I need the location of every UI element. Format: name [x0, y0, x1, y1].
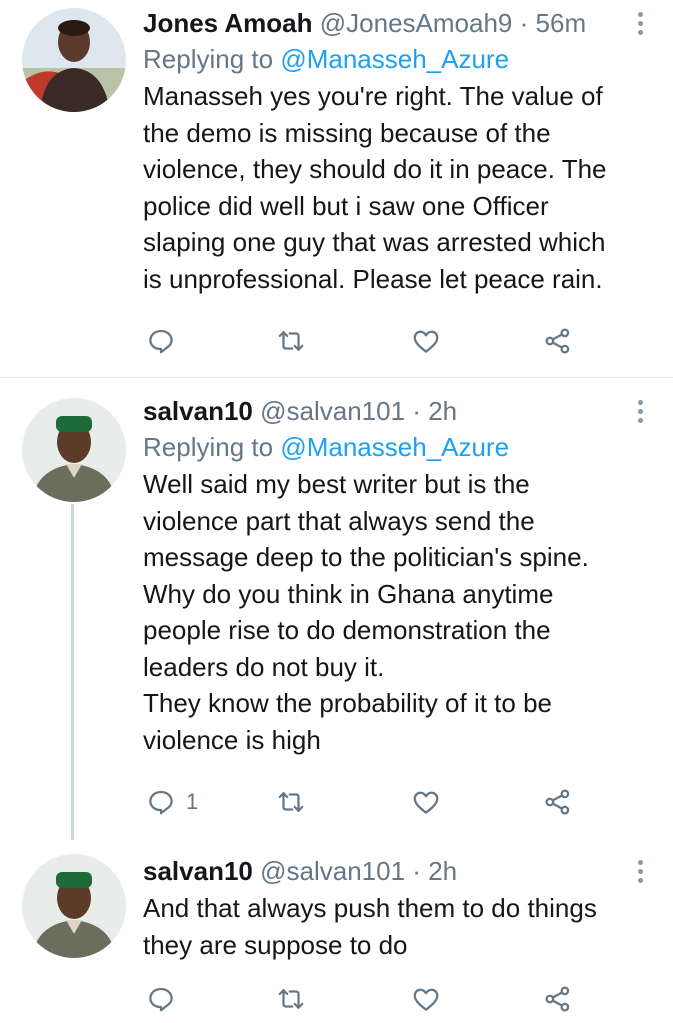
retweet-button[interactable] — [276, 785, 306, 819]
like-button[interactable] — [411, 785, 441, 819]
like-icon — [413, 330, 439, 353]
replying-to: Replying to @Manasseh_Azure — [143, 44, 633, 74]
share-icon — [545, 789, 570, 815]
share-icon — [545, 328, 570, 354]
reply-button[interactable] — [146, 982, 186, 1016]
share-button[interactable] — [543, 785, 573, 819]
retweet-button[interactable] — [276, 324, 306, 358]
avatar-photo-jones — [22, 8, 126, 112]
reply-icon — [149, 790, 173, 815]
mention-link[interactable]: @Manasseh_Azure — [280, 44, 509, 74]
like-button[interactable] — [411, 982, 441, 1016]
more-options-icon[interactable] — [637, 400, 643, 423]
avatar[interactable] — [22, 398, 126, 502]
separator-dot: · — [519, 8, 529, 38]
tweet-header: salvan10 @salvan101 · 2h — [143, 856, 633, 886]
reply-icon — [149, 987, 173, 1012]
more-options-icon[interactable] — [637, 12, 643, 35]
replying-to-label: Replying to — [143, 44, 274, 74]
share-button[interactable] — [543, 324, 573, 358]
replying-to: Replying to @Manasseh_Azure — [143, 432, 633, 462]
tweet-header: salvan10 @salvan101 · 2h — [143, 396, 633, 426]
avatar-photo-salvan — [22, 398, 126, 502]
replying-to-label: Replying to — [143, 432, 274, 462]
tweet-actions: 1 — [143, 785, 583, 819]
separator-dot: · — [412, 396, 421, 426]
thread-connector-line — [71, 504, 74, 840]
user-handle[interactable]: @salvan101 — [260, 856, 405, 886]
tweet-2[interactable]: salvan10 @salvan101 · 2h Replying to @Ma… — [0, 378, 673, 838]
user-handle[interactable]: @salvan101 — [260, 396, 405, 426]
display-name[interactable]: salvan10 — [143, 856, 253, 886]
retweet-button[interactable] — [276, 982, 306, 1016]
like-icon — [413, 988, 439, 1011]
timestamp[interactable]: 2h — [428, 856, 457, 886]
tweet-3[interactable]: salvan10 @salvan101 · 2h And that always… — [0, 838, 673, 1023]
like-button[interactable] — [411, 324, 441, 358]
mention-link[interactable]: @Manasseh_Azure — [280, 432, 509, 462]
like-icon — [413, 791, 439, 814]
retweet-icon — [278, 331, 304, 351]
separator-dot: · — [412, 856, 421, 886]
reply-button[interactable] — [146, 324, 186, 358]
reply-button[interactable]: 1 — [146, 785, 198, 819]
share-button[interactable] — [543, 982, 573, 1016]
tweet-text: Manasseh yes you're right. The value of … — [143, 81, 607, 294]
tweet-text: Well said my best writer but is the viol… — [143, 469, 589, 755]
tweet-actions — [143, 324, 583, 358]
avatar[interactable] — [22, 854, 126, 958]
tweet-header: Jones Amoah @JonesAmoah9 · 56m — [143, 8, 633, 38]
more-options-icon[interactable] — [637, 860, 643, 883]
timestamp[interactable]: 56m — [536, 8, 587, 38]
reply-icon — [149, 329, 173, 354]
share-icon — [545, 986, 570, 1012]
tweet-actions — [143, 982, 583, 1016]
tweet-text: And that always push them to do things t… — [143, 893, 597, 960]
display-name[interactable]: salvan10 — [143, 396, 253, 426]
display-name[interactable]: Jones Amoah — [143, 8, 313, 38]
tweet-1[interactable]: Jones Amoah @JonesAmoah9 · 56m Replying … — [0, 0, 673, 377]
reply-count: 1 — [186, 789, 199, 814]
avatar[interactable] — [22, 8, 126, 112]
timestamp[interactable]: 2h — [428, 396, 457, 426]
retweet-icon — [278, 792, 304, 812]
retweet-icon — [278, 989, 304, 1009]
user-handle[interactable]: @JonesAmoah9 — [320, 8, 513, 38]
avatar-photo-salvan — [22, 854, 126, 958]
